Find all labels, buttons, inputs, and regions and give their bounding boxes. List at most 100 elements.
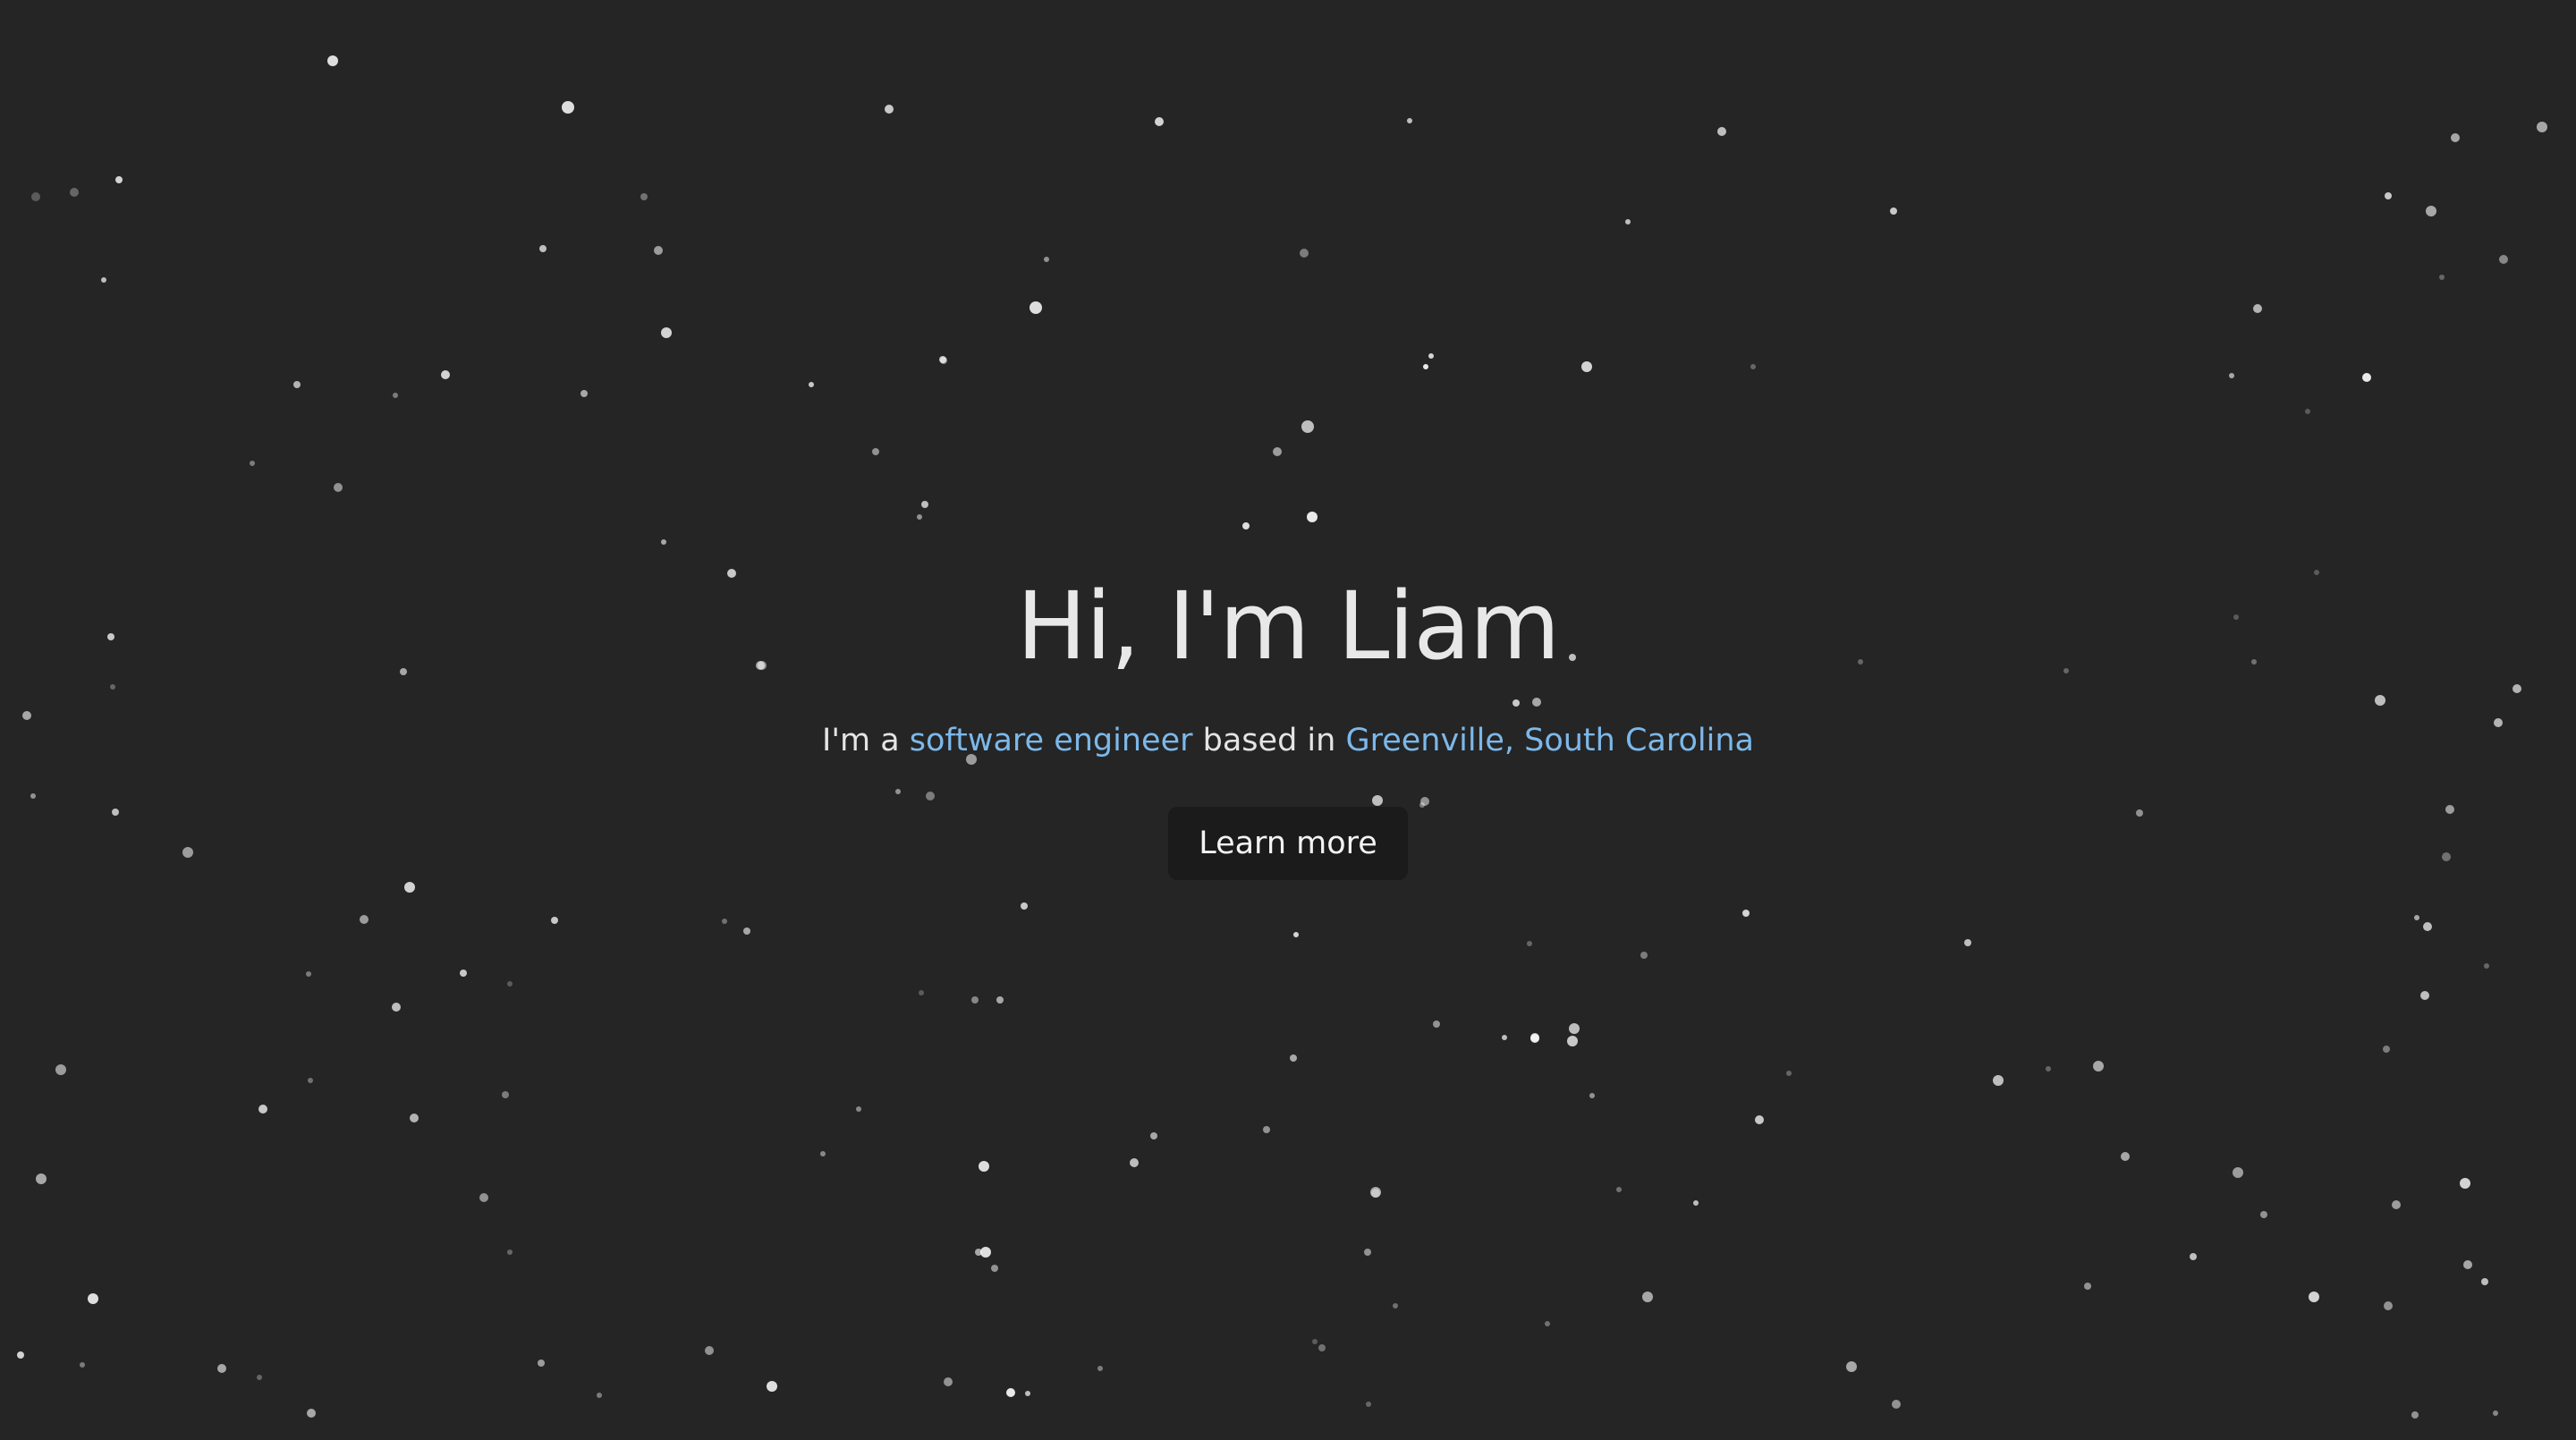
star: [640, 193, 648, 200]
star: [1755, 1115, 1764, 1124]
star: [767, 1381, 777, 1392]
star: [217, 1364, 226, 1373]
star: [1530, 1034, 1539, 1043]
star: [1717, 127, 1726, 136]
star: [597, 1393, 602, 1398]
star: [1290, 1055, 1297, 1062]
star: [1786, 1071, 1792, 1076]
star: [1846, 1361, 1857, 1372]
star: [250, 461, 255, 466]
learn-more-button[interactable]: Learn more: [1168, 807, 1408, 880]
star: [1021, 902, 1028, 910]
star: [392, 1003, 401, 1012]
star: [2305, 409, 2310, 414]
star: [479, 1193, 488, 1202]
star: [2385, 192, 2392, 199]
subtitle-middle: based in: [1192, 723, 1346, 758]
star: [502, 1091, 509, 1098]
star: [101, 277, 106, 283]
star: [2084, 1283, 2091, 1290]
star: [2423, 922, 2432, 931]
star: [1307, 512, 1318, 522]
star: [17, 1351, 24, 1359]
star: [743, 928, 750, 935]
star: [944, 1377, 953, 1386]
star: [1428, 353, 1434, 359]
star: [940, 357, 947, 364]
star: [2411, 1411, 2419, 1419]
star: [1569, 1023, 1580, 1034]
star: [2046, 1066, 2051, 1072]
software-engineer-link[interactable]: software engineer: [910, 723, 1193, 758]
star: [55, 1064, 66, 1075]
star: [1150, 1132, 1157, 1139]
star: [1293, 932, 1299, 937]
star: [2451, 133, 2460, 142]
star: [1642, 1292, 1653, 1302]
star: [551, 917, 558, 924]
star: [2493, 1410, 2498, 1416]
star: [258, 1105, 267, 1114]
star: [2426, 206, 2436, 216]
star: [507, 1249, 513, 1255]
star: [1625, 219, 1631, 224]
star: [1273, 447, 1282, 456]
star: [1025, 1391, 1030, 1396]
star: [1155, 117, 1164, 126]
star: [1130, 1158, 1139, 1167]
star: [820, 1151, 826, 1156]
hero-section: Hi, I'm Liam I'm a software engineer bas…: [0, 563, 2576, 880]
star: [1750, 364, 1756, 369]
star: [80, 1362, 85, 1368]
star: [1581, 361, 1592, 372]
star: [1527, 941, 1532, 946]
star: [2260, 1211, 2267, 1218]
star: [307, 1409, 316, 1418]
star: [2481, 1278, 2488, 1285]
star: [1407, 118, 1412, 123]
star: [1364, 1249, 1371, 1256]
star: [538, 1360, 545, 1367]
star: [996, 996, 1004, 1004]
location-link[interactable]: Greenville, South Carolina: [1345, 723, 1754, 758]
star: [2253, 304, 2262, 313]
star: [1263, 1126, 1270, 1133]
star: [2484, 963, 2489, 969]
star: [2190, 1253, 2197, 1260]
star: [441, 370, 450, 379]
star: [2384, 1301, 2393, 1310]
star: [1393, 1303, 1398, 1309]
star: [1366, 1402, 1371, 1407]
star: [991, 1265, 998, 1272]
star: [809, 382, 814, 387]
star: [2414, 915, 2419, 920]
star: [722, 919, 727, 924]
star: [1433, 1021, 1440, 1028]
star: [1964, 939, 1971, 946]
star: [1567, 1036, 1578, 1046]
star: [1545, 1321, 1550, 1326]
star: [2233, 1167, 2243, 1178]
hero-subtitle: I'm a software engineer based in Greenvi…: [0, 719, 2576, 762]
star: [393, 393, 398, 398]
star: [257, 1375, 262, 1380]
star: [31, 192, 40, 201]
hero-title: Hi, I'm Liam: [1016, 572, 1561, 681]
star: [1742, 910, 1750, 917]
star: [917, 514, 922, 520]
star: [971, 996, 979, 1004]
star: [2383, 1046, 2390, 1053]
star: [2460, 1178, 2470, 1189]
star: [1993, 1075, 2004, 1086]
star: [1892, 1400, 1901, 1409]
star: [705, 1346, 714, 1355]
star: [507, 981, 513, 987]
star: [2362, 373, 2371, 382]
star: [979, 1161, 989, 1172]
star: [404, 882, 415, 893]
star: [460, 970, 467, 977]
star: [2463, 1260, 2472, 1269]
star: [1616, 1187, 1622, 1192]
star: [539, 245, 547, 252]
star: [2229, 373, 2234, 378]
